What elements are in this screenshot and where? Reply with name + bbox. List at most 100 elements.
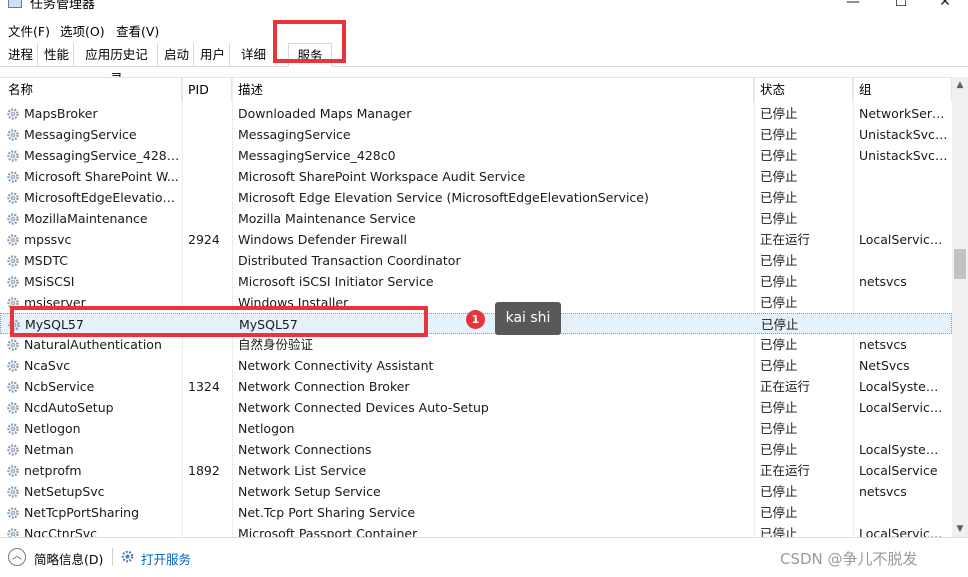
scroll-up-icon[interactable]: ▲ — [952, 77, 968, 93]
tab-processes[interactable]: 进程 — [4, 43, 38, 67]
service-gear-icon — [7, 465, 19, 477]
cell-pid — [188, 187, 228, 208]
cell-name: NaturalAuthentication — [24, 337, 162, 352]
scroll-down-icon[interactable]: ▼ — [952, 521, 968, 537]
service-gear-icon — [7, 528, 19, 537]
cell-name: NcdAutoSetup — [24, 400, 114, 415]
menu-file[interactable]: 文件(F) — [8, 21, 50, 40]
table-row[interactable]: NgcCtnrSvc Microsoft Passport Container 已停… — [0, 523, 952, 537]
footer-bar: ︿ 简略信息(D) 打开服务 CSDN @争儿不脱发 — [0, 537, 968, 577]
cell-name: NcaSvc — [24, 358, 71, 373]
table-row[interactable]: NcbService 1324 Network Connection Broker 正… — [0, 376, 952, 397]
table-header: ^ 名称 PID 描述 状态 组 — [0, 78, 952, 102]
cell-description: Windows Defender Firewall — [238, 232, 407, 247]
cell-description: Network Connected Devices Auto-Setup — [238, 400, 489, 415]
table-row[interactable]: MessagingService MessagingService 已停止 Unist… — [0, 124, 952, 145]
table-row[interactable]: NetTcpPortSharing Net.Tcp Port Sharing Se… — [0, 502, 952, 523]
cell-group: LocalSystem... — [859, 442, 949, 457]
service-gear-icon — [7, 171, 19, 183]
table-row[interactable]: Microsoft SharePoint W... Microsoft Share… — [0, 166, 952, 187]
highlight-box-mysql-row — [10, 306, 428, 337]
tab-users[interactable]: 用户 — [196, 43, 230, 67]
cell-status: 已停止 — [760, 190, 798, 205]
table-row[interactable]: mpssvc 2924 Windows Defender Firewall 正在运行 L… — [0, 229, 952, 250]
cell-pid — [188, 523, 228, 537]
cell-name: NcbService — [24, 379, 95, 394]
service-gear-icon — [7, 381, 19, 393]
cell-description: Downloaded Maps Manager — [238, 106, 412, 121]
table-row[interactable]: Netman Network Connections 已停止 LocalSystem.… — [0, 439, 952, 460]
col-header-pid[interactable]: PID — [182, 78, 232, 102]
cell-description: 自然身份验证 — [238, 337, 314, 352]
table-row[interactable]: Netlogon Netlogon 已停止 — [0, 418, 952, 439]
cell-description: MessagingService — [238, 127, 351, 142]
service-gear-icon — [7, 444, 19, 456]
cell-name: netprofm — [24, 463, 82, 478]
cell-status: 已停止 — [760, 442, 798, 457]
table-row[interactable]: MessagingService_428c0 MessagingService_4… — [0, 145, 952, 166]
table-row[interactable]: MSiSCSI Microsoft iSCSI Initiator Service… — [0, 271, 952, 292]
cell-name: Microsoft SharePoint W... — [24, 169, 179, 184]
cell-name: MessagingService_428c0 — [24, 148, 180, 163]
cell-description: Microsoft SharePoint Workspace Audit Ser… — [238, 169, 526, 184]
col-header-name[interactable]: 名称 — [0, 78, 182, 102]
table-row[interactable]: NaturalAuthentication 自然身份验证 已停止 netsvcs — [0, 334, 952, 355]
table-row[interactable]: MozillaMaintenance Mozilla Maintenance Se… — [0, 208, 952, 229]
cell-pid: 1324 — [188, 379, 220, 394]
cell-status: 已停止 — [760, 253, 798, 268]
cell-pid — [188, 355, 228, 376]
cell-pid — [188, 250, 228, 271]
cell-status: 已停止 — [760, 274, 798, 289]
menu-options[interactable]: 选项(O) — [60, 21, 105, 40]
cell-name: MSDTC — [24, 253, 68, 268]
table-row[interactable]: MicrosoftEdgeElevationS... Microsoft Edge… — [0, 187, 952, 208]
open-services-link[interactable]: 打开服务 — [141, 549, 191, 568]
cell-group — [859, 292, 949, 313]
col-header-description[interactable]: 描述 — [232, 78, 754, 102]
tab-details[interactable]: 详细信息 — [232, 43, 276, 67]
cell-description: Mozilla Maintenance Service — [238, 211, 416, 226]
cell-group — [859, 208, 949, 229]
close-button[interactable]: ✕ — [922, 0, 968, 12]
tab-performance[interactable]: 性能 — [40, 43, 74, 67]
scrollbar-thumb[interactable] — [954, 249, 966, 279]
cell-status: 已停止 — [760, 337, 798, 352]
col-header-group[interactable]: 组 — [853, 78, 952, 102]
table-row[interactable]: MSDTC Distributed Transaction Coordinator… — [0, 250, 952, 271]
table-row[interactable]: NcaSvc Network Connectivity Assistant 已停止 N… — [0, 355, 952, 376]
service-gear-icon — [7, 150, 19, 162]
vertical-scrollbar[interactable]: ▲ ▼ — [952, 77, 968, 537]
menu-view[interactable]: 查看(V) — [116, 21, 159, 40]
annotation-tooltip: kai shi — [495, 302, 561, 335]
minimize-button[interactable]: — — [830, 0, 876, 12]
cell-description: Network Connection Broker — [238, 379, 410, 394]
table-row[interactable]: netprofm 1892 Network List Service 正在运行 Loca… — [0, 460, 952, 481]
cell-status: 正在运行 — [760, 379, 811, 394]
tab-app-history[interactable]: 应用历史记录 — [76, 43, 158, 86]
cell-pid: 2924 — [188, 232, 220, 247]
cell-name: MapsBroker — [24, 106, 98, 121]
table-row[interactable]: NetSetupSvc Network Setup Service 已停止 netsv… — [0, 481, 952, 502]
table-row[interactable]: MapsBroker Downloaded Maps Manager 已停止 Netw… — [0, 103, 952, 124]
chevron-up-icon[interactable]: ︿ — [8, 548, 26, 566]
service-gear-icon — [7, 486, 19, 498]
maximize-button[interactable]: ☐ — [878, 0, 924, 12]
cell-group: UnistackSvcG... — [859, 127, 949, 142]
cell-name: Netlogon — [24, 421, 81, 436]
cell-name: mpssvc — [24, 232, 72, 247]
cell-name: NgcCtnrSvc — [24, 526, 98, 537]
less-details-button[interactable]: 简略信息(D) — [34, 549, 103, 568]
col-header-status[interactable]: 状态 — [754, 78, 853, 102]
cell-name: Netman — [24, 442, 74, 457]
table-row[interactable]: NcdAutoSetup Network Connected Devices Au… — [0, 397, 952, 418]
cell-pid — [188, 124, 228, 145]
cell-group: LocalService... — [859, 232, 949, 247]
cell-group — [859, 502, 949, 523]
task-manager-icon — [8, 0, 22, 8]
cell-description: MessagingService_428c0 — [238, 148, 396, 163]
cell-status: 已停止 — [760, 169, 798, 184]
tab-startup[interactable]: 启动 — [160, 43, 194, 67]
cell-description: Network Setup Service — [238, 484, 381, 499]
cell-pid — [188, 145, 228, 166]
service-gear-icon — [7, 255, 19, 267]
